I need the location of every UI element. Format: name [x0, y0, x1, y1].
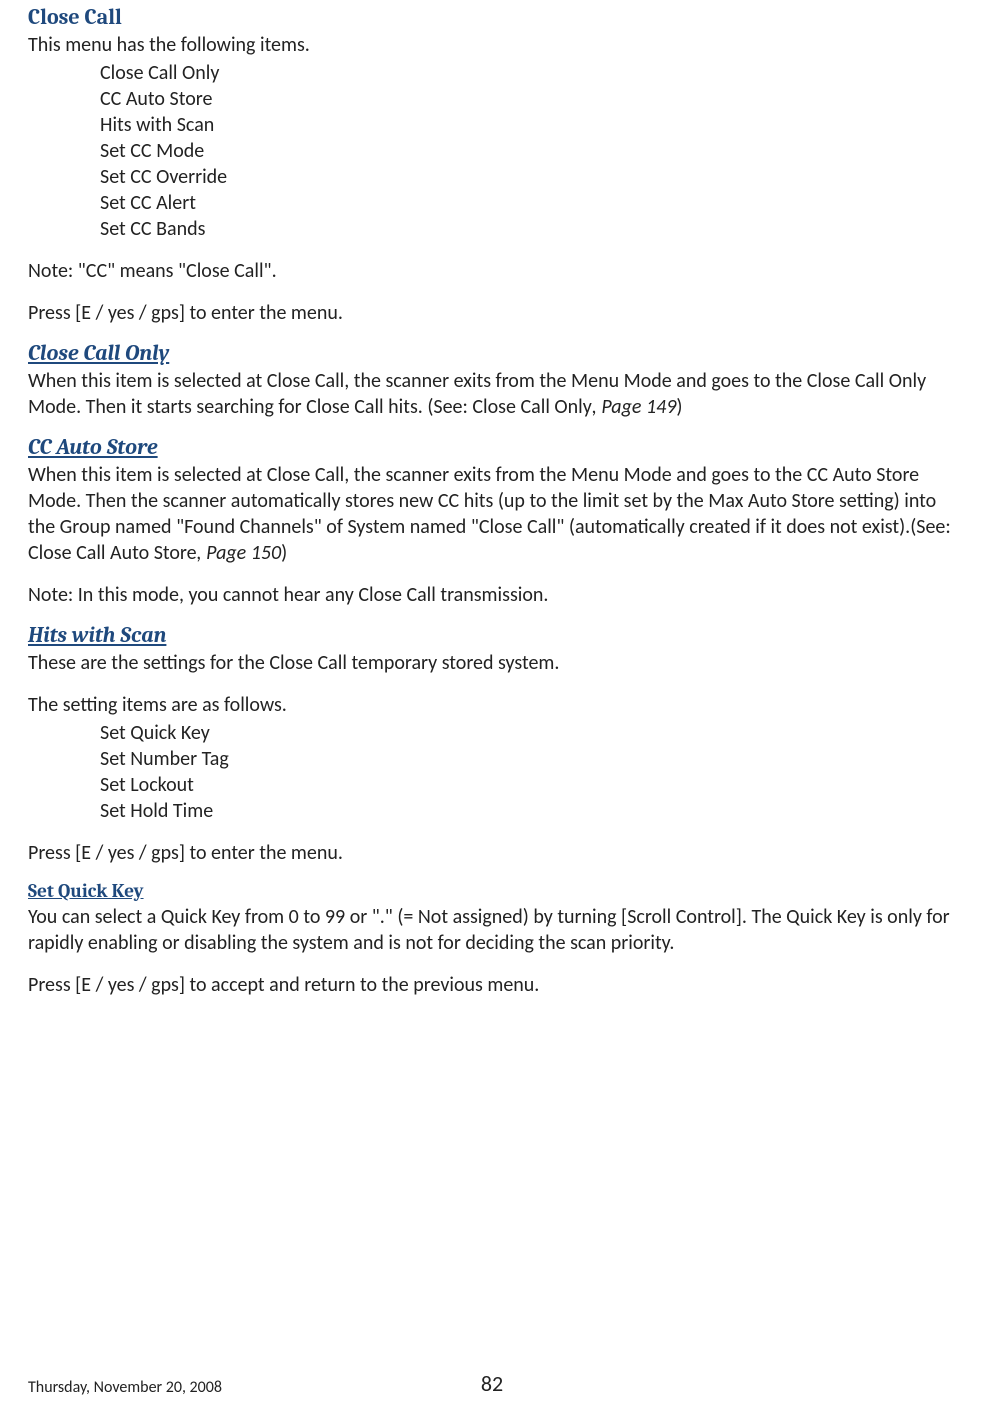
note-text: Note: In this mode, you cannot hear any …: [28, 582, 956, 608]
press-instruction: Press [E / yes / gps] to enter the menu.: [28, 300, 956, 326]
body-text: When this item is selected at Close Call…: [28, 462, 956, 566]
heading-set-quick-key: Set Quick Key: [28, 866, 956, 902]
menu-items-list: Close Call Only CC Auto Store Hits with …: [100, 60, 956, 242]
list-item: Set CC Alert: [100, 190, 956, 216]
list-item: Set Lockout: [100, 772, 956, 798]
page-reference: , Page 150: [197, 541, 282, 565]
list-item: Set CC Mode: [100, 138, 956, 164]
list-item: Set CC Bands: [100, 216, 956, 242]
body-text: You can select a Quick Key from 0 to 99 …: [28, 904, 956, 956]
body-pre: When this item is selected at Close Call…: [28, 463, 951, 565]
body-pre: When this item is selected at Close Call…: [28, 369, 926, 419]
list-item: Close Call Only: [100, 60, 956, 86]
settings-intro: The setting items are as follows.: [28, 692, 956, 718]
list-item: CC Auto Store: [100, 86, 956, 112]
heading-cc-auto-store: CC Auto Store: [28, 420, 956, 460]
settings-items-list: Set Quick Key Set Number Tag Set Lockout…: [100, 720, 956, 824]
press-instruction: Press [E / yes / gps] to accept and retu…: [28, 972, 956, 998]
note-text: Note: "CC" means "Close Call".: [28, 258, 956, 284]
heading-close-call: Close Call: [28, 0, 956, 30]
page-reference: , Page 149: [592, 395, 677, 419]
heading-hits-with-scan: Hits with Scan: [28, 608, 956, 648]
press-instruction: Press [E / yes / gps] to enter the menu.: [28, 840, 956, 866]
list-item: Hits with Scan: [100, 112, 956, 138]
body-post: ): [281, 541, 287, 565]
list-item: Set CC Override: [100, 164, 956, 190]
body-post: ): [676, 395, 682, 419]
heading-close-call-only: Close Call Only: [28, 326, 956, 366]
page-footer: Thursday, November 20, 2008 82: [28, 1378, 956, 1397]
body-text: When this item is selected at Close Call…: [28, 368, 956, 420]
list-item: Set Quick Key: [100, 720, 956, 746]
intro-text: These are the settings for the Close Cal…: [28, 650, 956, 676]
intro-text: This menu has the following items.: [28, 32, 956, 58]
list-item: Set Number Tag: [100, 746, 956, 772]
footer-date: Thursday, November 20, 2008: [28, 1378, 222, 1397]
footer-page-number: 82: [481, 1370, 503, 1397]
list-item: Set Hold Time: [100, 798, 956, 824]
